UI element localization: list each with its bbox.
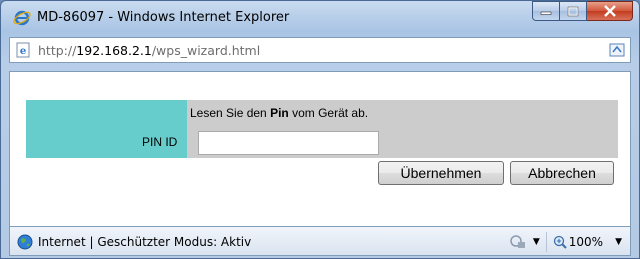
cancel-button[interactable]: Abbrechen (510, 161, 614, 185)
pin-id-input[interactable] (198, 131, 379, 155)
url-host: 192.168.2.1 (76, 43, 152, 58)
page-content: Lesen Sie den Pin vom Gerät ab. PIN ID Ü… (9, 71, 631, 226)
url-prefix: http:// (38, 43, 77, 58)
zoom-level[interactable]: 100% (569, 235, 603, 249)
status-bar: Internet | Geschützter Modus: Aktiv ▼ 10… (9, 226, 631, 256)
apply-button[interactable]: Übernehmen (378, 161, 504, 185)
chevron-down-icon[interactable]: ▼ (533, 237, 540, 247)
pin-id-label: PIN ID (142, 135, 178, 149)
close-icon (603, 5, 616, 17)
compatibility-view-icon[interactable] (608, 41, 626, 59)
instruction-post: vom Gerät ab. (288, 106, 369, 120)
svg-text:e: e (20, 46, 26, 57)
maximize-icon (567, 6, 579, 16)
maximize-button[interactable] (560, 1, 587, 21)
teal-label-cell (26, 100, 187, 158)
minimize-button[interactable] (532, 1, 560, 21)
window-title: MD-86097 - Windows Internet Explorer (37, 10, 290, 25)
status-right-group: ▼ 100% ▼ (509, 232, 622, 252)
zoom-dropdown-icon[interactable]: ▼ (615, 237, 622, 247)
address-bar[interactable]: e http://192.168.2.1/wps_wizard.html (9, 37, 631, 63)
address-url[interactable]: http://192.168.2.1/wps_wizard.html (38, 43, 260, 58)
minimize-icon (540, 11, 552, 15)
title-bar[interactable]: MD-86097 - Windows Internet Explorer (1, 1, 639, 35)
browser-window: MD-86097 - Windows Internet Explorer e h… (0, 0, 640, 259)
security-zone-text: Internet | Geschützter Modus: Aktiv (38, 235, 252, 249)
caption-buttons (532, 1, 633, 23)
url-path: /wps_wizard.html (151, 43, 261, 58)
instruction-bold: Pin (270, 106, 289, 120)
instruction-pre: Lesen Sie den (190, 106, 271, 120)
globe-icon (17, 234, 33, 250)
zoom-icon[interactable] (553, 235, 567, 249)
divider (545, 232, 547, 252)
page-icon: e (16, 42, 30, 58)
instruction-text: Lesen Sie den Pin vom Gerät ab. (190, 106, 368, 120)
internet-explorer-icon (13, 10, 31, 26)
protected-mode-lock-icon[interactable] (509, 234, 527, 250)
close-button[interactable] (587, 1, 633, 21)
